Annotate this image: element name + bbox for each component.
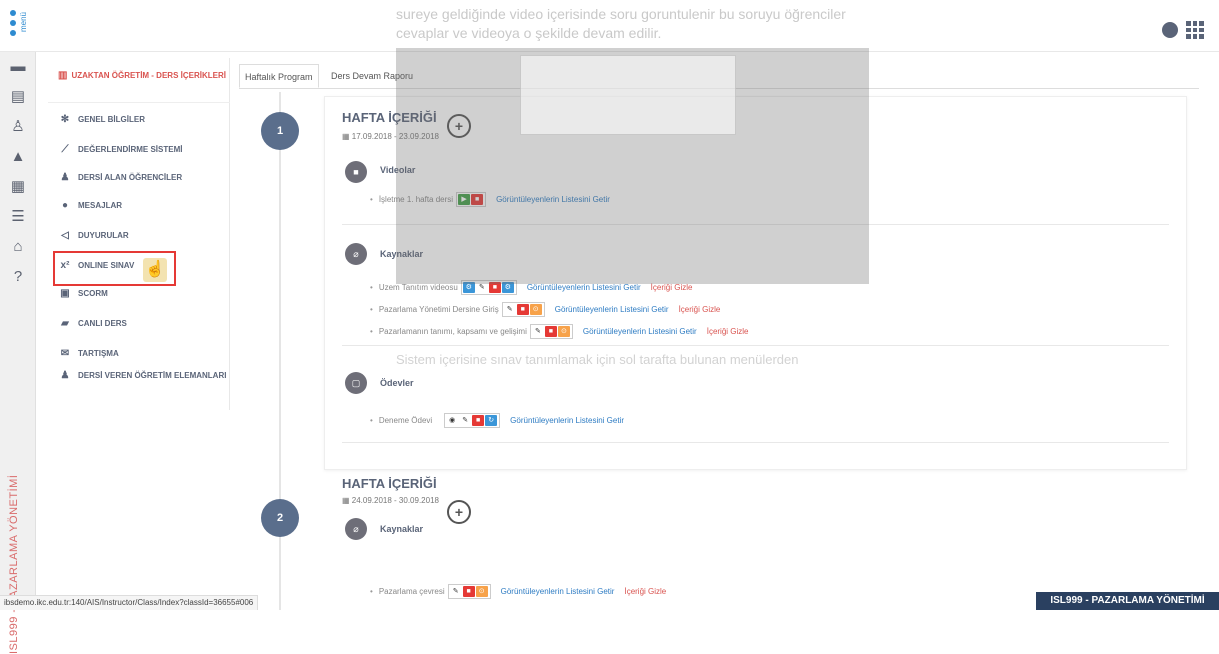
week-date: ▦ 24.09.2018 - 30.09.2018 [342,496,439,505]
list-icon[interactable]: ☰ [9,208,27,226]
viewers-list-link[interactable]: Görüntüleyenlerin Listesini Getir [527,283,641,292]
hide-content-link[interactable]: İçeriği Gizle [679,305,721,314]
help-icon[interactable]: ? [9,268,27,286]
users-icon: ♟ [60,172,70,183]
tab-haftalik-program[interactable]: Haftalık Program [239,64,319,88]
menu-button[interactable]: menü [8,8,36,40]
chat-icon: ● [61,200,69,211]
graduation-cap-icon[interactable]: ▲ [9,148,27,166]
menu-dot-icon [10,30,16,36]
visibility-icon[interactable]: ⊙ [475,586,488,597]
bank-icon: ▥ [58,70,68,81]
viewers-list-link[interactable]: Görüntüleyenlerin Listesini Getir [501,587,615,596]
action-group: ✎ ■ ⊙ [501,302,545,317]
calendar-icon: ▦ [342,496,352,505]
course-vertical-label: ISL999 - PAZARLAMA YÖNETİMİ [8,474,20,654]
list-item-resource: • Pazarlama Yönetimi Dersine Giriş ✎ ■ ⊙ … [370,302,720,317]
course-badge: ISL999 - PAZARLAMA YÖNETİMİ [1036,592,1219,610]
trash-icon[interactable]: ■ [516,304,529,315]
top-bar: menü sureye geldiğinde video içerisinde … [0,0,1219,52]
background-caption-line1: sureye geldiğinde video içerisinde soru … [396,6,846,22]
course-nav: ▥ UZAKTAN ÖĞRETİM - DERS İÇERİKLERİ ✻ GENE… [48,58,230,410]
teachers-icon: ♟ [60,370,70,381]
globe-icon[interactable] [1162,22,1178,38]
nav-item-dersi-alan-ogrenciler[interactable]: ♟ DERSİ ALAN ÖĞRENCİLER [58,166,228,190]
gear-icon: ✻ [60,114,70,125]
add-content-button[interactable]: + [447,500,471,524]
trash-icon[interactable]: ■ [544,326,557,337]
nav-item-mesajlar[interactable]: ● MESAJLAR [58,194,228,218]
hide-content-link[interactable]: İçeriği Gizle [707,327,749,336]
nav-item-genel-bilgiler[interactable]: ✻ GENEL BİLGİLER [58,108,228,132]
envelope-icon: ✉ [60,348,70,359]
week-number-badge: 1 [261,112,299,150]
hide-content-link[interactable]: İçeriği Gizle [624,587,666,596]
monitor-icon[interactable]: ▬ [9,58,27,76]
paperclip-icon: ⌀ [345,518,367,540]
list-item-resource: • Pazarlama çevresi ✎ ■ ⊙ Görüntüleyenler… [370,584,666,599]
section-title-kaynaklar: Kaynaklar [380,524,424,534]
trash-icon[interactable]: ■ [472,415,485,426]
calendar-icon: ▦ [342,132,352,141]
refresh-icon[interactable]: ↻ [485,415,498,426]
calendar-icon[interactable]: ▦ [9,178,27,196]
document-icon[interactable]: ▤ [9,88,27,106]
overlay-dialog [520,55,736,135]
megaphone-icon: ◁ [61,230,69,241]
action-group: ◉ ✎ ■ ↻ [444,413,501,428]
menu-label: menü [19,12,28,33]
video-camera-icon: ■ [345,161,367,183]
pencil-icon[interactable]: ✎ [503,304,516,315]
menu-dot-icon [10,20,16,26]
chart-icon: ⟋ [61,144,69,155]
background-caption-line2: cevaplar ve videoya o şekilde devam edil… [396,25,662,41]
video-overlay [396,48,869,284]
nav-item-canli-ders[interactable]: ▰ CANLI DERS [58,312,228,336]
trash-icon[interactable]: ■ [462,586,475,597]
briefcase-icon[interactable]: ⌂ [9,238,27,256]
person-icon[interactable]: ♙ [9,118,27,136]
nav-item-duyurular[interactable]: ◁ DUYURULAR [58,224,228,248]
assignment-icon: ▢ [345,372,367,394]
icon-sidebar: ▬ ▤ ♙ ▲ ▦ ☰ ⌂ ? ISL999 - PAZARLAMA YÖNET… [0,52,36,654]
week-number-badge: 2 [261,499,299,537]
pencil-icon[interactable]: ✎ [449,586,462,597]
paperclip-icon: ⌀ [345,243,367,265]
viewers-list-link[interactable]: Görüntüleyenlerin Listesini Getir [510,416,624,425]
video-icon: ▰ [61,318,69,329]
viewers-list-link[interactable]: Görüntüleyenlerin Listesini Getir [555,305,669,314]
visibility-icon[interactable]: ⊙ [557,326,570,337]
section-title-odevler: Ödevler [380,378,414,388]
week-title: HAFTA İÇERİĞİ [342,476,437,491]
viewers-list-link[interactable]: Görüntüleyenlerin Listesini Getir [583,327,697,336]
nav-item-degerlendirme[interactable]: ⟋ DEĞERLENDİRME SİSTEMİ [58,138,228,162]
list-item-assignment: • Deneme Ödevi ◉ ✎ ■ ↻ Görüntüleyenlerin … [370,413,624,428]
pencil-icon[interactable]: ✎ [459,415,472,426]
pencil-icon[interactable]: ✎ [531,326,544,337]
apps-grid-icon[interactable] [1186,21,1204,39]
nav-header[interactable]: ▥ UZAKTAN ÖĞRETİM - DERS İÇERİKLERİ [58,70,228,81]
status-url: ibsdemo.ikc.edu.tr:140/AIS/Instructor/Cl… [0,595,259,610]
action-group: ✎ ■ ⊙ [529,324,573,339]
eye-icon[interactable]: ◉ [446,415,459,426]
action-group: ✎ ■ ⊙ [447,584,491,599]
menu-dot-icon [10,10,16,16]
list-item-resource: • Pazarlamanın tanımı, kapsamı ve gelişim… [370,324,749,339]
hide-content-link[interactable]: İçeriği Gizle [651,283,693,292]
visibility-icon[interactable]: ⊙ [529,304,542,315]
nav-item-tartisma[interactable]: ✉ TARTIŞMA [58,342,228,366]
overlay-caption: Sistem içerisine sınav tanımlamak için s… [396,352,799,367]
hand-cursor-icon: ☝ [143,258,167,282]
nav-item-dersi-veren[interactable]: ♟ DERSİ VEREN ÖĞRETİM ELEMANLARI [58,368,228,392]
